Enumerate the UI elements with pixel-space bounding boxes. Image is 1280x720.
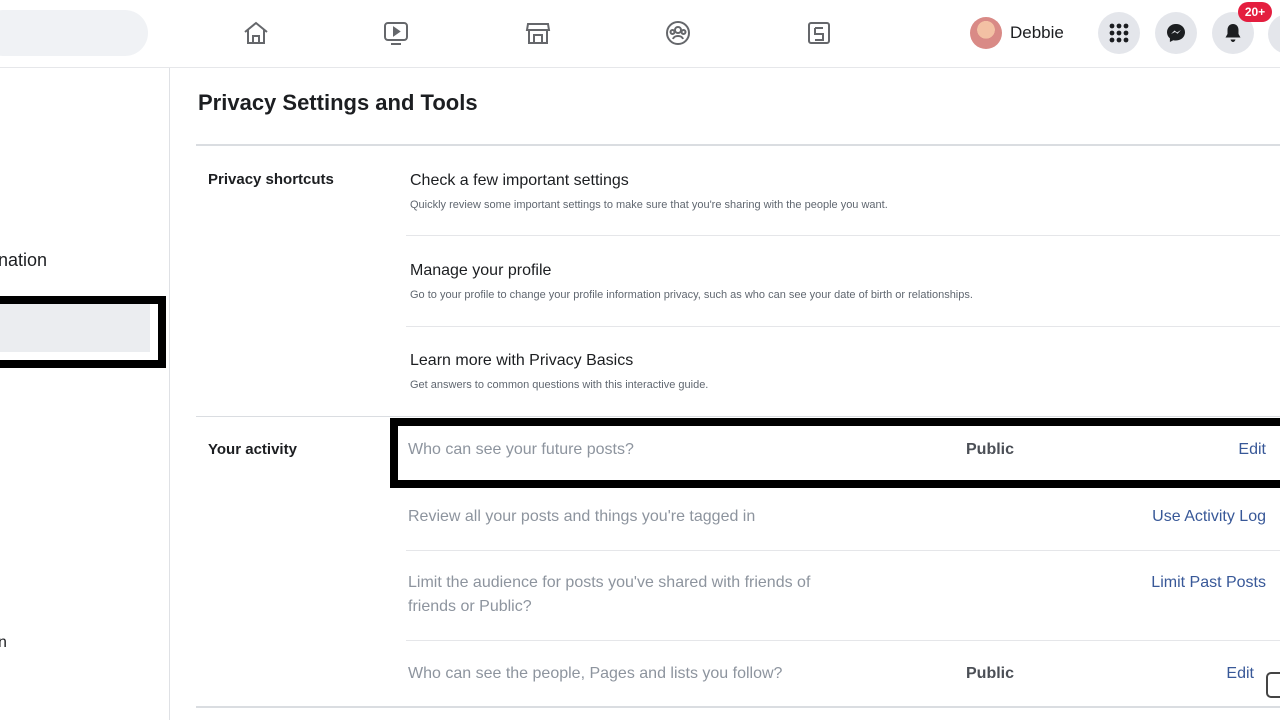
messenger-button[interactable] <box>1155 12 1197 54</box>
shortcut-manage-profile-description: Go to your profile to change your profil… <box>410 289 973 301</box>
shortcut-privacy-basics-description: Get answers to common questions with thi… <box>410 379 709 391</box>
profile-name: Debbie <box>1010 23 1064 42</box>
home-icon[interactable] <box>239 16 273 50</box>
grid-menu-icon <box>1109 23 1129 43</box>
setting-limit-past-posts-text: Limit the audience for posts you've shar… <box>408 574 811 615</box>
shortcut-check-settings-description: Quickly review some important settings t… <box>410 199 888 211</box>
shortcut-check-settings-title[interactable]: Check a few important settings <box>410 172 629 190</box>
messenger-icon <box>1167 24 1185 42</box>
divider <box>196 706 1280 708</box>
section-label-privacy-shortcuts: Privacy shortcuts <box>208 171 334 188</box>
account-button[interactable] <box>1268 14 1280 54</box>
top-navigation-bar: Debbie 20+ <box>0 0 1280 68</box>
divider <box>196 144 1280 146</box>
setting-future-posts-text: Who can see your future posts? <box>408 441 634 458</box>
sidebar-item-privacy-highlighted[interactable] <box>0 296 166 368</box>
setting-following-text: Who can see the people, Pages and lists … <box>408 665 783 682</box>
sidebar-item-label[interactable]: nation <box>0 250 47 271</box>
page-title: Privacy Settings and Tools <box>198 90 478 115</box>
divider <box>196 416 1280 417</box>
setting-review-posts-text: Review all your posts and things you're … <box>408 508 756 525</box>
edit-future-posts-link[interactable]: Edit <box>1238 441 1266 459</box>
divider <box>406 640 1280 641</box>
gaming-icon[interactable] <box>802 16 836 50</box>
groups-icon[interactable] <box>661 16 695 50</box>
shortcut-privacy-basics-title[interactable]: Learn more with Privacy Basics <box>410 352 633 370</box>
divider <box>406 550 1280 551</box>
privacy-settings-panel: Privacy Settings and Tools Privacy short… <box>196 68 1280 720</box>
divider <box>406 326 1280 327</box>
search-input[interactable] <box>0 10 148 56</box>
shortcut-manage-profile-title[interactable]: Manage your profile <box>410 262 551 280</box>
use-activity-log-link[interactable]: Use Activity Log <box>1152 508 1266 526</box>
limit-past-posts-link[interactable]: Limit Past Posts <box>1151 574 1266 592</box>
profile-shortcut[interactable]: Debbie <box>970 14 1064 52</box>
watch-icon[interactable] <box>379 16 413 50</box>
marketplace-icon[interactable] <box>521 16 555 50</box>
chat-icon[interactable] <box>1266 672 1280 698</box>
sidebar-item-label[interactable]: n <box>0 634 7 652</box>
divider <box>406 235 1280 236</box>
section-label-your-activity: Your activity <box>208 441 297 458</box>
edit-following-link[interactable]: Edit <box>1226 665 1254 683</box>
sidebar-item-selected-bg <box>0 304 150 352</box>
menu-button[interactable] <box>1098 12 1140 54</box>
bell-icon <box>1225 24 1241 42</box>
settings-sidebar: nation n <box>0 68 170 720</box>
avatar <box>970 17 1002 49</box>
notification-badge: 20+ <box>1238 2 1272 22</box>
setting-following-value: Public <box>966 665 1015 682</box>
setting-future-posts-value: Public <box>966 441 1015 458</box>
